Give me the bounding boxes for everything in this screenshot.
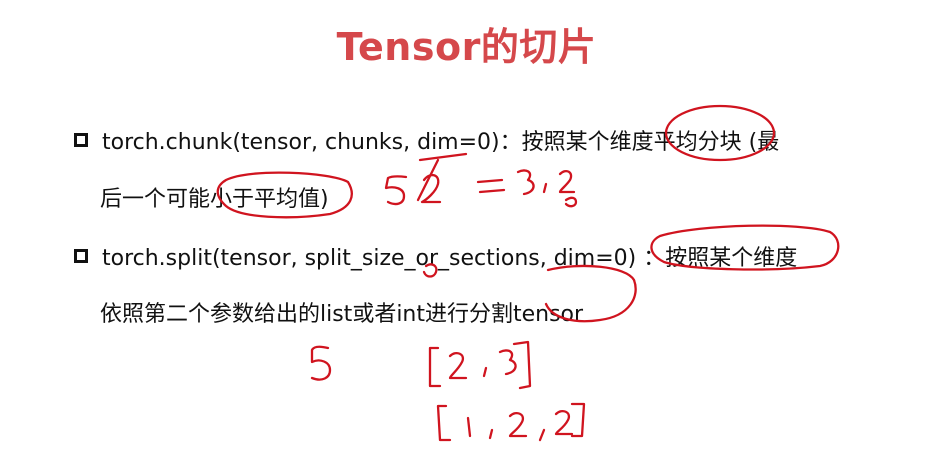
handwritten-digit-one [466,416,472,438]
handwritten-digit-five [384,175,408,206]
annotation-circle-dimension [650,224,840,271]
annotation-circle-less-than-average [216,171,353,219]
handwritten-comma-c [488,428,494,440]
handwritten-comma-d [538,428,546,442]
handwritten-open-bracket-b [436,404,452,442]
handwritten-close-bracket-b [570,402,586,438]
handwritten-digit-five-b [310,345,332,381]
handwritten-small-mark [564,196,578,208]
annotation-circle-tensor [544,264,637,323]
annotation-circle-average-blocks [664,104,776,162]
handwritten-comma-b [482,366,488,378]
handwritten-slash [416,158,440,202]
handwritten-digit-two-d [508,412,528,438]
handwritten-digit-three-b [498,349,517,376]
handwritten-digit-two-e [554,410,574,436]
handwritten-digit-two-c [448,352,468,380]
handwritten-open-bracket [428,346,442,388]
annotation-underline-dim [418,152,468,162]
handwritten-digit-two-b [558,170,576,194]
handwritten-comma [542,182,548,194]
annotation-small-mark [422,263,438,278]
handwritten-digit-three [516,169,535,196]
handwritten-equals [476,178,506,194]
handwritten-annotations [216,104,840,442]
